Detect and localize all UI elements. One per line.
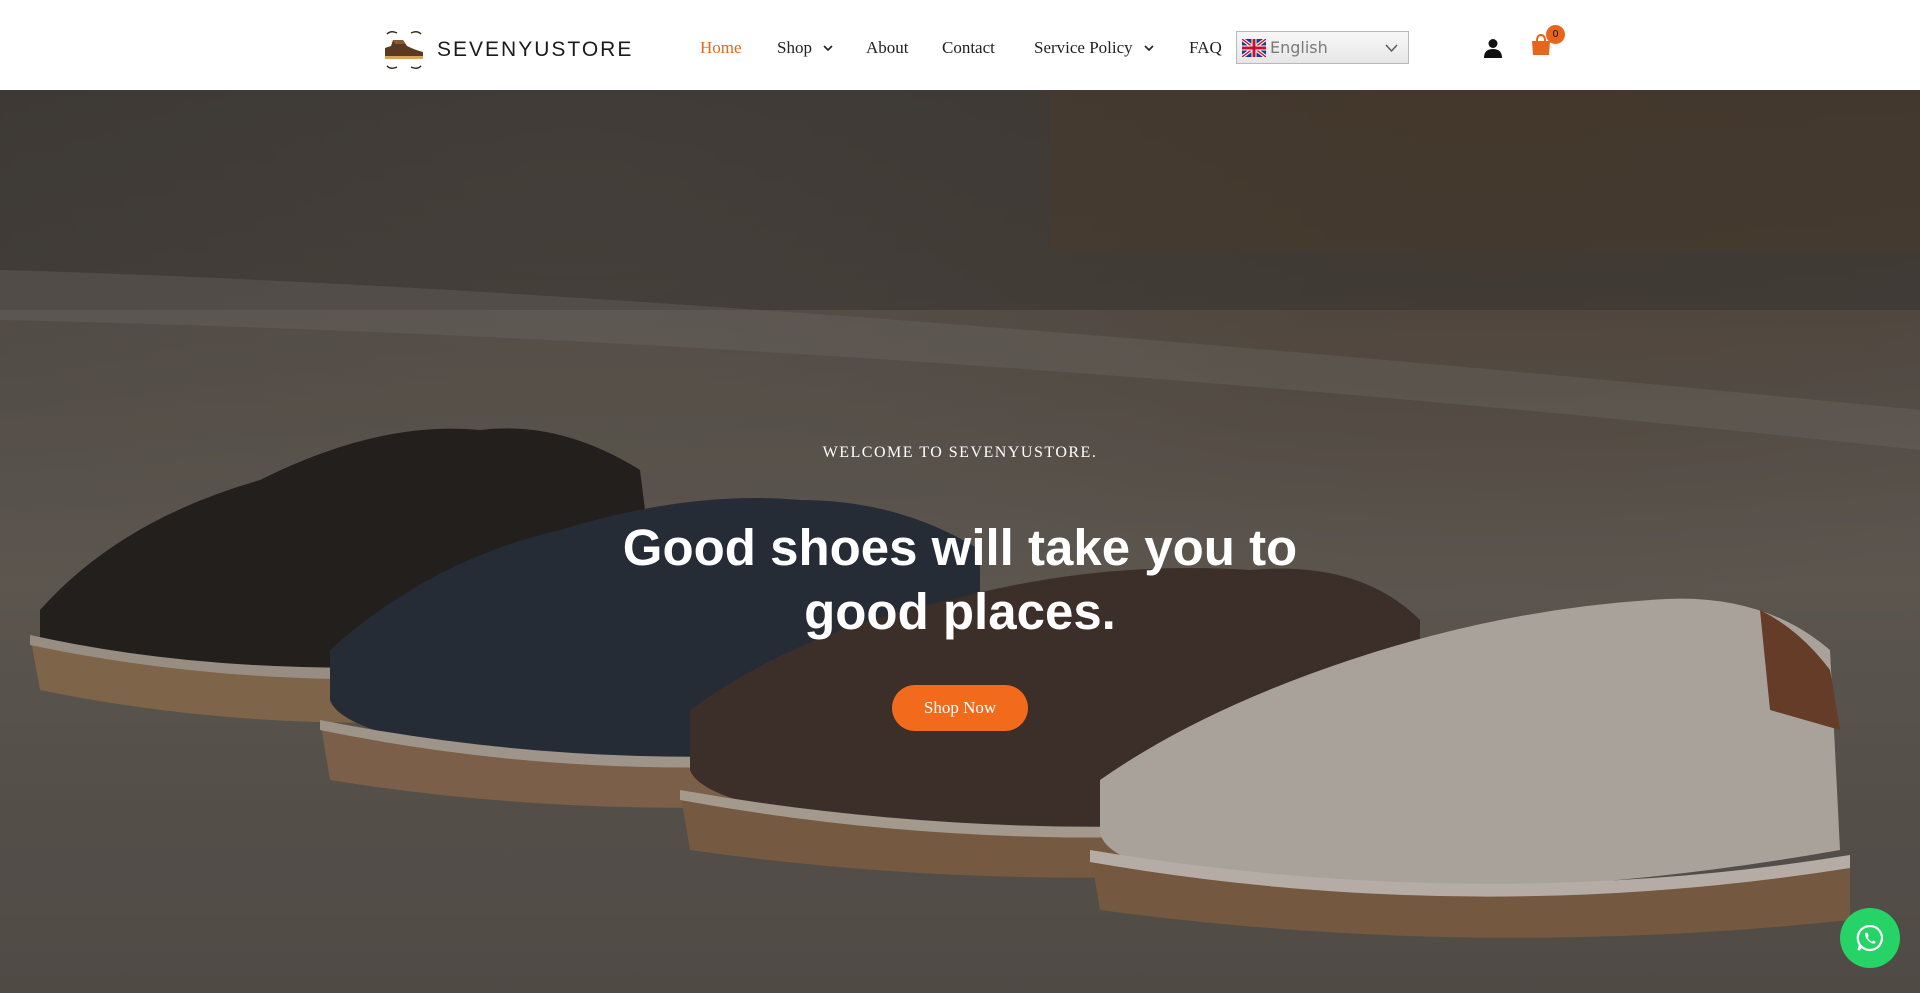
shoe-logo-icon: [385, 30, 423, 70]
chevron-down-icon: [1385, 44, 1398, 53]
language-label: English: [1270, 38, 1328, 57]
nav-item-faq[interactable]: FAQ: [1189, 36, 1222, 60]
nav-item-label: Home: [700, 38, 742, 57]
nav-item-label: About: [866, 38, 909, 57]
nav-item-about[interactable]: About: [866, 36, 909, 60]
site-logo[interactable]: SEVENYUSTORE: [381, 28, 633, 72]
hero-title: Good shoes will take you to good places.: [622, 519, 1298, 640]
nav-item-home[interactable]: Home: [700, 36, 742, 60]
nav-item-label: Contact: [942, 38, 995, 57]
site-header: SEVENYUSTORE Home Shop About Contact Ser…: [0, 0, 1920, 90]
whatsapp-icon: [1856, 924, 1884, 952]
language-select[interactable]: English: [1236, 31, 1409, 64]
nav-item-label: Service Policy: [1034, 38, 1133, 57]
whatsapp-button[interactable]: [1840, 908, 1900, 968]
user-icon[interactable]: [1483, 38, 1503, 58]
cart-count-badge: 0: [1546, 25, 1565, 44]
chevron-down-icon: [1144, 45, 1154, 52]
shop-now-button[interactable]: Shop Now: [892, 685, 1028, 731]
chevron-down-icon: [823, 45, 833, 52]
brand-name: SEVENYUSTORE: [437, 38, 634, 61]
nav-item-label: Shop: [777, 38, 812, 57]
nav-item-label: FAQ: [1189, 38, 1222, 57]
hero-banner: WELCOME TO SEVENYUSTORE. Good shoes will…: [0, 90, 1920, 993]
nav-item-contact[interactable]: Contact: [942, 36, 995, 60]
uk-flag-icon: [1242, 38, 1266, 57]
nav-item-shop[interactable]: Shop: [777, 36, 834, 60]
nav-item-service-policy[interactable]: Service Policy: [1034, 36, 1155, 60]
hero-eyebrow: WELCOME TO SEVENYUSTORE.: [822, 444, 1098, 461]
